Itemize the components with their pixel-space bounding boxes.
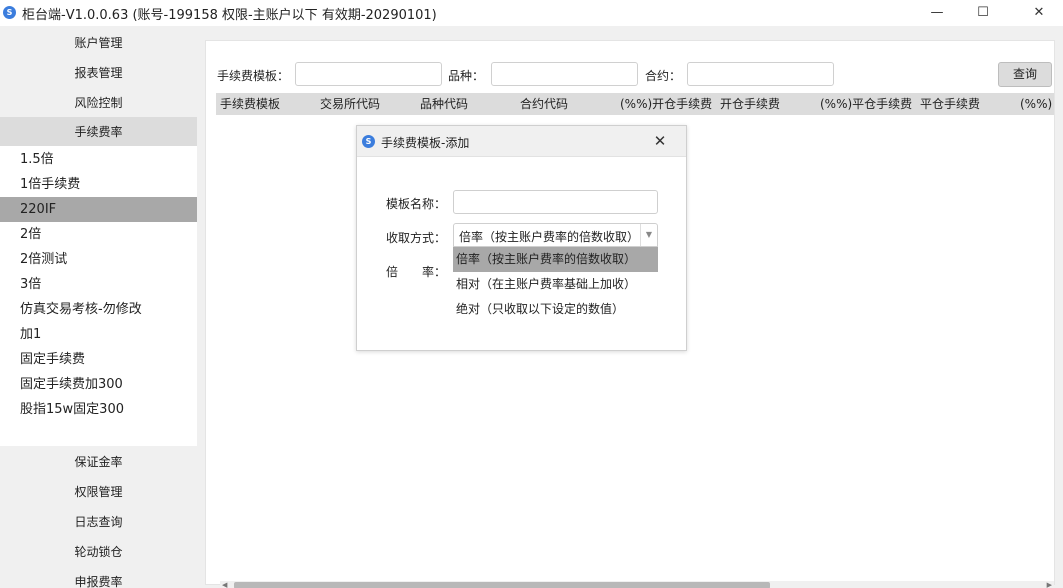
template-list-item[interactable]: 固定手续费 — [0, 347, 197, 372]
template-list-item[interactable]: 1.5倍 — [0, 147, 197, 172]
table-header: 手续费模板 交易所代码 品种代码 合约代码 (%%)开仓手续费 开仓手续费 (%… — [216, 93, 1054, 115]
column-header[interactable]: 平仓手续费 — [918, 93, 1016, 115]
template-list-item[interactable]: 2倍测试 — [0, 247, 197, 272]
template-list-item[interactable]: 2倍 — [0, 222, 197, 247]
sidebar-item-permission-management[interactable]: 权限管理 — [0, 477, 197, 507]
add-template-dialog: S 手续费模板-添加 ✕ 模板名称： 收取方式： 倍率（按主账户费率的倍数收取）… — [356, 125, 687, 351]
dropdown-option-relative[interactable]: 相对（在主账户费率基础上加收） — [453, 272, 658, 297]
template-list-item[interactable]: 股指15w固定300 — [0, 397, 197, 422]
sidebar-item-report-management[interactable]: 报表管理 — [0, 58, 197, 88]
window-title: 柜台端-V1.0.0.63 (账号-199158 权限-主账户以下 有效期-20… — [22, 8, 437, 23]
template-list-item-selected[interactable]: 220IF — [0, 197, 197, 222]
template-filter-input[interactable] — [295, 62, 442, 86]
dialog-header: S 手续费模板-添加 ✕ — [357, 126, 686, 157]
column-header[interactable]: 交易所代码 — [318, 93, 416, 115]
sidebar-item-declaration-rate[interactable]: 申报费率 — [0, 567, 197, 588]
app-logo-icon: S — [362, 135, 375, 148]
column-header[interactable]: 开仓手续费 — [718, 93, 816, 115]
charge-method-label: 收取方式： — [386, 231, 447, 245]
horizontal-scrollbar[interactable]: ◀ ▶ — [220, 581, 1054, 588]
dialog-title: 手续费模板-添加 — [381, 136, 470, 150]
title-bar: S 柜台端-V1.0.0.63 (账号-199158 权限-主账户以下 有效期-… — [0, 0, 1063, 26]
scrollbar-thumb[interactable] — [234, 582, 770, 588]
app-logo-icon: S — [3, 6, 16, 19]
template-list: 1.5倍 1倍手续费 220IF 2倍 2倍测试 3倍 仿真交易考核-勿修改 加… — [0, 146, 197, 446]
sidebar-item-commission-rate[interactable]: 手续费率 — [0, 117, 197, 147]
dialog-close-button[interactable]: ✕ — [649, 130, 671, 152]
sidebar-item-log-query[interactable]: 日志查询 — [0, 507, 197, 537]
sidebar-item-rotation-lock[interactable]: 轮动锁仓 — [0, 537, 197, 567]
variety-filter-input[interactable] — [491, 62, 638, 86]
template-list-item[interactable]: 固定手续费加300 — [0, 372, 197, 397]
template-name-input[interactable] — [453, 190, 658, 214]
maximize-button[interactable]: ☐ — [960, 0, 1006, 26]
close-window-button[interactable]: ✕ — [1016, 0, 1062, 26]
column-header[interactable]: (%%)平仓手续费 — [818, 93, 916, 115]
template-list-item[interactable]: 3倍 — [0, 272, 197, 297]
contract-filter-input[interactable] — [687, 62, 834, 86]
column-header[interactable]: 品种代码 — [418, 93, 516, 115]
scroll-right-icon[interactable]: ▶ — [1047, 581, 1052, 588]
template-name-label: 模板名称： — [386, 197, 447, 211]
scroll-left-icon[interactable]: ◀ — [222, 581, 227, 588]
variety-filter-label: 品种： — [448, 69, 485, 83]
charge-method-select[interactable]: 倍率（按主账户费率的倍数收取） ▼ — [453, 223, 658, 247]
contract-filter-label: 合约： — [645, 69, 682, 83]
sidebar-item-account-management[interactable]: 账户管理 — [0, 28, 197, 58]
dropdown-option-absolute[interactable]: 绝对（只收取以下设定的数值） — [453, 297, 658, 322]
charge-method-dropdown: 倍率（按主账户费率的倍数收取） 相对（在主账户费率基础上加收） 绝对（只收取以下… — [453, 247, 658, 323]
template-filter-label: 手续费模板： — [217, 69, 290, 83]
query-button[interactable]: 查询 — [998, 62, 1052, 87]
multiplier-label: 倍 率： — [386, 265, 447, 279]
template-list-item[interactable]: 加1 — [0, 322, 197, 347]
template-list-item[interactable]: 仿真交易考核-勿修改 — [0, 297, 197, 322]
column-header[interactable]: (%%)开仓手续费 — [618, 93, 716, 115]
minimize-button[interactable]: — — [914, 0, 960, 26]
sidebar: 账户管理 报表管理 风险控制 手续费率 1.5倍 1倍手续费 220IF 2倍 … — [0, 26, 197, 588]
chevron-down-icon[interactable]: ▼ — [640, 224, 657, 246]
column-header[interactable]: (%%) — [1018, 93, 1054, 115]
template-list-item[interactable]: 1倍手续费 — [0, 172, 197, 197]
sidebar-item-risk-control[interactable]: 风险控制 — [0, 88, 197, 118]
column-header[interactable]: 手续费模板 — [218, 93, 316, 115]
column-header[interactable]: 合约代码 — [518, 93, 616, 115]
dropdown-option-multiplier[interactable]: 倍率（按主账户费率的倍数收取） — [453, 247, 658, 272]
charge-method-value: 倍率（按主账户费率的倍数收取） — [459, 230, 640, 244]
sidebar-item-margin-rate[interactable]: 保证金率 — [0, 447, 197, 477]
